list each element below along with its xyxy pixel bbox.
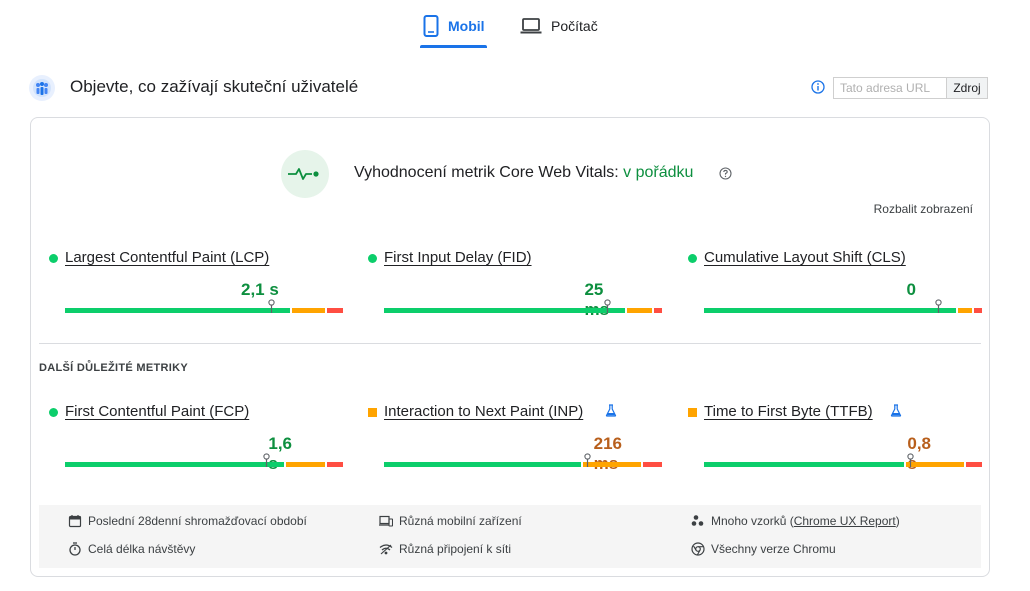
poor-segment (326, 308, 343, 313)
metric-name[interactable]: First Contentful Paint (FCP) (65, 403, 249, 420)
average-segment (583, 462, 641, 467)
average-segment (286, 462, 325, 467)
metric-name[interactable]: First Input Delay (FID) (384, 249, 532, 266)
section-title: Objevte, co zažívají skuteční uživatelé (70, 77, 359, 96)
distribution-bar (704, 299, 982, 313)
cwv-pass-badge (281, 150, 329, 198)
distribution-bar (704, 453, 982, 467)
network-types-text: Různá připojení k síti (399, 542, 512, 556)
chrome-versions-text: Všechny verze Chromu (711, 542, 836, 556)
metric-name[interactable]: Interaction to Next Paint (INP) (384, 403, 583, 420)
samples-suffix: ) (895, 514, 900, 528)
average-segment (958, 308, 972, 313)
distribution-bar (384, 299, 662, 313)
cwv-assessment: Vyhodnocení metrik Core Web Vitals: v po… (354, 164, 693, 182)
tab-desktop[interactable]: Počítač (520, 14, 598, 38)
good-segment (65, 308, 290, 313)
experimental-flask-icon (605, 404, 617, 417)
sample-count: Mnoho vzorků (Chrome UX Report) (691, 514, 900, 528)
poor-segment (642, 462, 662, 467)
metric-lcp: Largest Contentful Paint (LCP) 2,1 s (31, 249, 343, 319)
samples-prefix: Mnoho vzorků ( (711, 514, 794, 528)
good-rating-dot (49, 254, 58, 263)
active-tab-indicator (420, 45, 487, 48)
poor-segment (326, 462, 343, 467)
good-rating-dot (368, 254, 377, 263)
tab-mobile-label: Mobil (448, 18, 485, 34)
metric-name[interactable]: Cumulative Layout Shift (CLS) (704, 249, 906, 266)
metric-value: 2,1 s (241, 280, 279, 299)
chrome-ux-report-link[interactable]: Chrome UX Report (794, 514, 896, 528)
average-segment (906, 462, 964, 467)
good-segment (704, 462, 905, 467)
p75-marker (906, 453, 914, 467)
tab-desktop-label: Počítač (551, 18, 598, 34)
stopwatch-icon (69, 542, 81, 556)
good-segment (384, 308, 626, 313)
expand-view-link[interactable]: Rozbalit zobrazení (874, 202, 973, 216)
distribution-bar (65, 299, 343, 313)
device-types-text: Různá mobilní zařízení (399, 514, 522, 528)
data-collection-details: Poslední 28denní shromažďovací období Rů… (39, 505, 981, 568)
info-icon[interactable] (811, 80, 825, 94)
device-types: Různá mobilní zařízení (379, 514, 522, 528)
poor-segment (973, 308, 982, 313)
p75-marker (584, 453, 591, 467)
metric-name[interactable]: Time to First Byte (TTFB) (704, 403, 873, 420)
field-data-card: Vyhodnocení metrik Core Web Vitals: v po… (30, 117, 990, 577)
metric-value: 1,6 s (268, 434, 292, 473)
good-segment (65, 462, 285, 467)
experimental-flask-icon (890, 404, 902, 417)
smartphone-icon (423, 15, 439, 37)
network-types: Různá připojení k síti (379, 542, 511, 556)
url-source-control: Zdroj (833, 77, 988, 99)
metric-cls: Cumulative Layout Shift (CLS) 0 (670, 249, 982, 319)
average-segment (627, 308, 652, 313)
device-tabs: Mobil Počítač (0, 0, 1030, 50)
poor-segment (965, 462, 982, 467)
metric-fid: First Input Delay (FID) 25 ms (350, 249, 662, 319)
p75-marker (268, 299, 275, 313)
collection-period-text: Poslední 28denní shromažďovací období (88, 514, 307, 528)
wifi-icon (379, 544, 393, 555)
metric-value: 0 (906, 280, 916, 299)
metric-fcp: First Contentful Paint (FCP) 1,6 s (31, 403, 343, 473)
chrome-icon (691, 542, 705, 556)
metric-inp: Interaction to Next Paint (INP) 216 ms (350, 403, 662, 473)
poor-segment (653, 308, 662, 313)
chrome-versions: Všechny verze Chromu (691, 542, 836, 556)
average-rating-square (688, 408, 697, 417)
good-segment (384, 462, 582, 467)
good-segment (704, 308, 957, 313)
p75-marker (603, 299, 611, 313)
p75-marker (934, 299, 942, 313)
visit-duration-text: Celá délka návštěvy (88, 542, 196, 556)
source-button[interactable]: Zdroj (947, 78, 987, 98)
tab-mobile[interactable]: Mobil (423, 14, 485, 38)
calendar-icon (68, 515, 82, 528)
average-segment (291, 308, 325, 313)
crux-users-icon (29, 75, 55, 101)
section-divider (39, 343, 981, 344)
devices-icon (379, 515, 393, 527)
cwv-assessment-label: Vyhodnocení metrik Core Web Vitals: (354, 164, 619, 181)
collection-period: Poslední 28denní shromažďovací období (68, 514, 307, 528)
help-icon[interactable] (719, 167, 732, 180)
p75-marker (263, 453, 270, 467)
pulse-icon (288, 168, 319, 180)
metric-value: 216 ms (593, 434, 622, 473)
url-input[interactable] (834, 78, 947, 98)
metric-name[interactable]: Largest Contentful Paint (LCP) (65, 249, 269, 266)
good-rating-dot (688, 254, 697, 263)
good-rating-dot (49, 408, 58, 417)
laptop-icon (520, 18, 542, 34)
visit-duration: Celá délka návštěvy (68, 542, 195, 556)
average-rating-square (368, 408, 377, 417)
samples-icon (691, 515, 704, 526)
other-metrics-heading: DALŠÍ DŮLEŽITÉ METRIKY (39, 362, 188, 374)
cwv-assessment-status: v pořádku (623, 164, 694, 181)
metric-ttfb: Time to First Byte (TTFB) 0,8 s (670, 403, 982, 473)
distribution-bar (384, 453, 662, 467)
distribution-bar (65, 453, 343, 467)
